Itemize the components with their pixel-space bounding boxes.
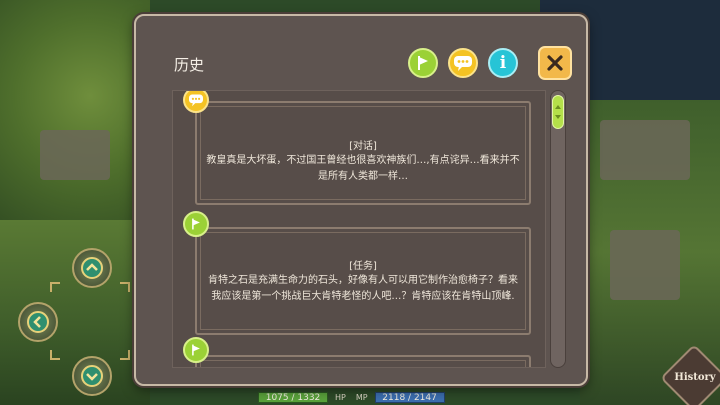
- hp-bar: 1075 / 1332: [258, 392, 328, 403]
- close-icon: [547, 55, 563, 71]
- rock-tile: [600, 120, 690, 180]
- entry-marker: [183, 211, 209, 237]
- status-bar: 1075 / 1332 HP MP 2118 / 2147: [258, 390, 445, 405]
- history-list[interactable]: [对话] 教皇真是大坏蛋，不过国王曾经也很喜欢神族们…,有点诧异…看来并不是所有…: [172, 90, 546, 368]
- dpad-down-button[interactable]: [72, 356, 112, 396]
- entry-type-tag: [对话]: [349, 141, 377, 152]
- dpad-left-button[interactable]: [18, 302, 58, 342]
- dpad-corner-mark: [50, 282, 60, 292]
- entry-type-tag: [任务]: [349, 261, 377, 272]
- entry-text: 教皇真是大坏蛋，不过国王曾经也很喜欢神族们…,有点诧异…看来并不是所有人类都一样…: [206, 155, 520, 182]
- history-entry: [对话] 教皇真是大坏蛋，不过国王曾经也很喜欢神族们…,有点诧异…看来并不是所有…: [195, 101, 531, 205]
- history-dialog: 历史 i [对话] 教皇真是大坏蛋，不过国王曾经也很喜欢神族们…,有点诧异…看来…: [134, 14, 588, 386]
- scrollbar[interactable]: [550, 90, 566, 368]
- rock-tile: [610, 230, 680, 300]
- chevron-up-icon: [555, 105, 561, 109]
- mp-label: MP: [355, 393, 368, 402]
- dpad-corner-mark: [120, 282, 130, 292]
- task-flag-icon: [192, 344, 200, 356]
- dpad-up-button[interactable]: [72, 248, 112, 288]
- entry-marker: [183, 337, 209, 363]
- chevron-down-icon: [555, 115, 561, 119]
- entry-text: 肯特之石是充满生命力的石头，好像有人可以用它制作治愈椅子？看来我应该是第一个挑战…: [208, 275, 518, 302]
- history-button-label[interactable]: History: [674, 372, 716, 383]
- mp-bar: 2118 / 2147: [374, 392, 445, 403]
- chat-filter-button[interactable]: [448, 48, 478, 78]
- chevron-up-icon: [81, 257, 103, 279]
- dialog-title: 历史: [174, 56, 205, 74]
- speech-bubble-icon: [189, 94, 203, 107]
- hp-label: HP: [335, 393, 346, 402]
- task-filter-button[interactable]: [408, 48, 438, 78]
- dpad-corner-mark: [50, 350, 60, 360]
- chevron-left-icon: [27, 311, 49, 333]
- chevron-down-icon: [81, 365, 103, 387]
- history-entry: [195, 355, 531, 367]
- info-icon: i: [499, 53, 507, 73]
- scroll-thumb[interactable]: [552, 95, 564, 129]
- history-entry: [任务] 肯特之石是充满生命力的石头，好像有人可以用它制作治愈椅子？看来我应该是…: [195, 227, 531, 335]
- speech-bubble-icon: [454, 56, 472, 71]
- info-button[interactable]: i: [488, 48, 518, 78]
- grass-area: [0, 0, 150, 240]
- task-flag-icon: [418, 56, 428, 70]
- task-flag-icon: [192, 218, 200, 230]
- rock-tile: [40, 130, 110, 180]
- dpad-corner-mark: [120, 350, 130, 360]
- close-button[interactable]: [538, 46, 572, 80]
